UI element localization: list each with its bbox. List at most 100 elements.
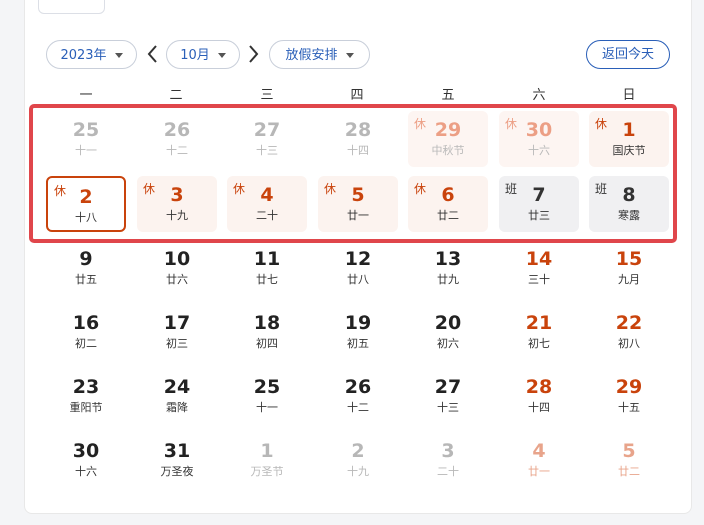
- day-number: 9: [79, 248, 93, 270]
- day-number: 24: [163, 376, 191, 398]
- lunar-date: 十五: [618, 401, 640, 414]
- calendar-day[interactable]: 27 十三: [408, 368, 488, 424]
- next-month-icon[interactable]: [246, 42, 260, 66]
- calendar-day[interactable]: 休 3 十九: [137, 176, 217, 232]
- lunar-date: 廿六: [166, 273, 188, 286]
- lunar-date: 廿二: [618, 465, 640, 478]
- calendar-day[interactable]: 22 初八: [589, 304, 669, 360]
- lunar-date: 十九: [166, 209, 188, 222]
- day-number: 12: [344, 248, 372, 270]
- year-select[interactable]: 2023年: [46, 40, 137, 69]
- calendar-day[interactable]: 26 十二: [137, 111, 217, 167]
- day-number: 22: [615, 312, 643, 334]
- holiday-select[interactable]: 放假安排: [269, 40, 370, 69]
- lunar-date: 十六: [75, 465, 97, 478]
- return-today-button[interactable]: 返回今天: [586, 40, 670, 69]
- day-number: 13: [434, 248, 462, 270]
- weekday-label: 六: [532, 88, 546, 103]
- calendar-day[interactable]: 1 万圣节: [227, 432, 307, 488]
- calendar-day[interactable]: 休 2 十八: [46, 176, 126, 232]
- day-number: 1: [260, 440, 274, 462]
- calendar-day[interactable]: 班 8 寒露: [589, 176, 669, 232]
- day-number: 19: [344, 312, 372, 334]
- calendar-day[interactable]: 班 7 廿三: [499, 176, 579, 232]
- rest-day-badge: 休: [595, 117, 608, 131]
- lunar-date: 中秋节: [431, 144, 465, 157]
- weekday-header: 一 二 三 四 五 六 日: [41, 84, 675, 103]
- rest-day-badge: 休: [414, 182, 427, 196]
- weekday-label: 五: [441, 88, 455, 103]
- day-number: 16: [72, 312, 100, 334]
- rest-day-badge: 休: [414, 117, 427, 131]
- calendar-day[interactable]: 19 初五: [318, 304, 398, 360]
- calendar-day[interactable]: 28 十四: [318, 111, 398, 167]
- day-number: 17: [163, 312, 191, 334]
- day-number: 2: [351, 440, 365, 462]
- calendar-day[interactable]: 12 廿八: [318, 240, 398, 296]
- calendar-day[interactable]: 13 廿九: [408, 240, 488, 296]
- calendar-day[interactable]: 20 初六: [408, 304, 488, 360]
- calendar-day[interactable]: 5 廿二: [589, 432, 669, 488]
- calendar-day[interactable]: 休 30 十六: [499, 111, 579, 167]
- day-number: 18: [253, 312, 281, 334]
- calendar-day[interactable]: 31 万圣夜: [137, 432, 217, 488]
- day-number: 20: [434, 312, 462, 334]
- calendar-day[interactable]: 休 1 国庆节: [589, 111, 669, 167]
- calendar-day[interactable]: 休 4 二十: [227, 176, 307, 232]
- lunar-date: 廿一: [347, 209, 369, 222]
- calendar-day[interactable]: 休 5 廿一: [318, 176, 398, 232]
- calendar-day[interactable]: 29 十五: [589, 368, 669, 424]
- calendar-day[interactable]: 17 初三: [137, 304, 217, 360]
- lunar-date: 初二: [75, 337, 97, 350]
- top-input-stub[interactable]: [38, 0, 105, 14]
- calendar-day[interactable]: 休 6 廿二: [408, 176, 488, 232]
- lunar-date: 十三: [256, 144, 278, 157]
- calendar-toolbar: 2023年 10月 放假安排 返回今天: [46, 40, 670, 71]
- calendar-day[interactable]: 24 霜降: [137, 368, 217, 424]
- day-number: 4: [532, 440, 546, 462]
- day-number: 23: [72, 376, 100, 398]
- rest-day-badge: 休: [54, 184, 67, 198]
- lunar-date: 廿八: [347, 273, 369, 286]
- day-number: 28: [525, 376, 553, 398]
- weekday-label: 三: [260, 88, 274, 103]
- lunar-date: 万圣夜: [160, 465, 194, 478]
- chevron-down-icon: [114, 53, 123, 58]
- calendar-day[interactable]: 14 三十: [499, 240, 579, 296]
- calendar-day[interactable]: 3 二十: [408, 432, 488, 488]
- calendar-day[interactable]: 9 廿五: [46, 240, 126, 296]
- month-select[interactable]: 10月: [166, 40, 240, 69]
- rest-day-badge: 休: [233, 182, 246, 196]
- lunar-date: 廿九: [437, 273, 459, 286]
- calendar-day[interactable]: 28 十四: [499, 368, 579, 424]
- calendar-day[interactable]: 18 初四: [227, 304, 307, 360]
- lunar-date: 初五: [347, 337, 369, 350]
- calendar-day[interactable]: 21 初七: [499, 304, 579, 360]
- calendar-day[interactable]: 26 十二: [318, 368, 398, 424]
- calendar-day[interactable]: 27 十三: [227, 111, 307, 167]
- weekday-label: 一: [79, 88, 93, 103]
- calendar-day[interactable]: 4 廿一: [499, 432, 579, 488]
- calendar-day[interactable]: 30 十六: [46, 432, 126, 488]
- day-number: 29: [615, 376, 643, 398]
- lunar-date: 二十: [256, 209, 278, 222]
- calendar-day[interactable]: 23 重阳节: [46, 368, 126, 424]
- rest-day-badge: 休: [324, 182, 337, 196]
- calendar-day[interactable]: 15 九月: [589, 240, 669, 296]
- day-number: 28: [344, 119, 372, 141]
- calendar-day[interactable]: 休 29 中秋节: [408, 111, 488, 167]
- calendar-day[interactable]: 2 十九: [318, 432, 398, 488]
- lunar-date: 廿一: [528, 465, 550, 478]
- lunar-date: 初六: [437, 337, 459, 350]
- lunar-date: 十一: [256, 401, 278, 414]
- day-number: 25: [72, 119, 100, 141]
- calendar-day[interactable]: 10 廿六: [137, 240, 217, 296]
- day-number: 5: [622, 440, 636, 462]
- calendar-day[interactable]: 25 十一: [46, 111, 126, 167]
- lunar-date: 廿三: [528, 209, 550, 222]
- calendar-day[interactable]: 11 廿七: [227, 240, 307, 296]
- calendar-day[interactable]: 25 十一: [227, 368, 307, 424]
- prev-month-icon[interactable]: [146, 42, 160, 66]
- calendar-day[interactable]: 16 初二: [46, 304, 126, 360]
- lunar-date: 初八: [618, 337, 640, 350]
